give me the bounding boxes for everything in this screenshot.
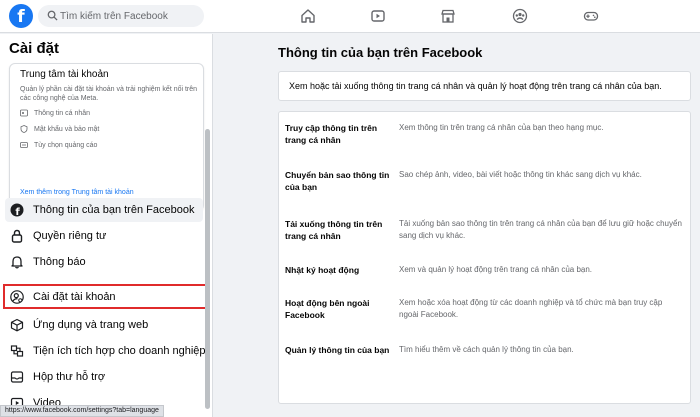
- top-navigation-bar: f: [0, 0, 700, 33]
- list-item-description: Tải xuống bản sao thông tin trên trang c…: [399, 219, 682, 240]
- page-description: Xem hoặc tải xuống thông tin trang cá nh…: [289, 81, 662, 91]
- facebook-icon: f: [9, 202, 25, 218]
- account-center-title: Trung tâm tài khoản: [20, 69, 109, 80]
- sidebar-item-account-settings[interactable]: Cài đặt tài khoản: [3, 284, 207, 309]
- list-item-description: Xem thông tin trên trang cá nhân của bạn…: [399, 123, 604, 132]
- sidebar-item-support-inbox[interactable]: Hộp thư hỗ trợ: [5, 365, 203, 389]
- lock-icon: [9, 228, 25, 244]
- sidebar-item-business-integrations[interactable]: Tiện ích tích hợp cho doanh nghiệp: [5, 339, 206, 363]
- list-item-description: Xem và quản lý hoạt động trên trang cá n…: [399, 265, 593, 274]
- groups-icon[interactable]: [509, 5, 531, 27]
- list-item-description: Sao chép ảnh, video, bài viết hoặc thông…: [399, 170, 642, 179]
- search-box[interactable]: [38, 5, 204, 27]
- sidebar-item-your-facebook-information[interactable]: f Thông tin của bạn trên Facebook: [5, 198, 203, 222]
- sidebar-item-label: Thông báo: [33, 256, 86, 268]
- settings-list: Truy cập thông tin trên trang cá nhân Xe…: [278, 111, 691, 404]
- list-item-label: Nhật ký hoạt động: [285, 265, 360, 275]
- list-item-off-facebook-activity[interactable]: Hoạt động bên ngoài Facebook Xem hoặc xó…: [279, 297, 692, 333]
- ad-icon: [20, 142, 28, 148]
- user-settings-icon: [9, 289, 25, 305]
- integration-icon: [9, 343, 25, 359]
- id-card-icon: [20, 109, 28, 117]
- inbox-icon: [9, 369, 25, 385]
- home-icon[interactable]: [297, 5, 319, 27]
- gaming-icon[interactable]: [580, 5, 602, 27]
- list-item-manage-information[interactable]: Quản lý thông tin của bạn Tìm hiểu thêm …: [279, 344, 692, 368]
- sidebar-title: Cài đặt: [9, 40, 60, 57]
- account-center-card[interactable]: Trung tâm tài khoản Quản lý phần cài đặt…: [9, 63, 204, 211]
- video-icon[interactable]: [367, 5, 389, 27]
- link-preview-statusbar: https://www.facebook.com/settings?tab=la…: [0, 405, 164, 417]
- shield-icon: [20, 125, 28, 133]
- main-content: Thông tin của bạn trên Facebook Xem hoặc…: [250, 34, 691, 417]
- list-item-description: Xem hoặc xóa hoạt động từ các doanh nghi…: [399, 298, 663, 319]
- search-icon: [47, 10, 58, 21]
- list-item-label: Truy cập thông tin trên trang cá nhân: [285, 123, 378, 145]
- settings-sidebar: Cài đặt Trung tâm tài khoản Quản lý phần…: [0, 34, 213, 417]
- list-item-transfer-copy[interactable]: Chuyển bản sao thông tin của bạn Sao ché…: [279, 169, 692, 205]
- svg-text:f: f: [15, 207, 20, 217]
- sidebar-item-label: Cài đặt tài khoản: [33, 290, 116, 303]
- list-item-access-profile-information[interactable]: Truy cập thông tin trên trang cá nhân Xe…: [279, 122, 692, 158]
- account-center-item-password-security[interactable]: Mật khẩu và bảo mật: [20, 123, 99, 135]
- list-item-label: Tải xuống thông tin trên trang cá nhân: [285, 219, 383, 241]
- sidebar-item-label: Thông tin của bạn trên Facebook: [33, 204, 195, 216]
- description-card: Xem hoặc tải xuống thông tin trang cá nh…: [278, 71, 691, 101]
- sidebar-item-label: Quyền riêng tư: [33, 230, 107, 242]
- list-item-description: Tìm hiểu thêm về cách quản lý thông tin …: [399, 345, 574, 354]
- page-title: Thông tin của bạn trên Facebook: [278, 45, 483, 60]
- marketplace-icon[interactable]: [437, 5, 459, 27]
- sidebar-item-notifications[interactable]: Thông báo: [5, 250, 203, 274]
- list-item-activity-log[interactable]: Nhật ký hoạt động Xem và quản lý hoạt độ…: [279, 264, 692, 288]
- account-center-item-label: Mật khẩu và bảo mật: [34, 125, 100, 133]
- account-center-item-label: Thông tin cá nhân: [34, 109, 91, 117]
- account-center-item-personal-info[interactable]: Thông tin cá nhân: [20, 107, 90, 119]
- list-item-label: Hoạt động bên ngoài Facebook: [285, 298, 370, 320]
- sidebar-item-privacy[interactable]: Quyền riêng tư: [5, 224, 203, 248]
- facebook-logo[interactable]: f: [9, 4, 33, 28]
- account-center-link[interactable]: Xem thêm trong Trung tâm tài khoản: [20, 189, 134, 196]
- account-center-item-ad-preferences[interactable]: Tùy chọn quảng cáo: [20, 139, 97, 151]
- search-input[interactable]: [60, 5, 200, 27]
- list-item-label: Quản lý thông tin của bạn: [285, 345, 390, 355]
- bell-icon: [9, 254, 25, 270]
- account-center-item-label: Tùy chọn quảng cáo: [34, 141, 98, 149]
- sidebar-item-apps-and-websites[interactable]: Ứng dụng và trang web: [5, 313, 203, 337]
- list-item-label: Chuyển bản sao thông tin của bạn: [285, 170, 390, 192]
- list-item-download-information[interactable]: Tải xuống thông tin trên trang cá nhân T…: [279, 218, 692, 254]
- sidebar-item-label: Tiện ích tích hợp cho doanh nghiệp: [33, 345, 206, 357]
- sidebar-item-label: Hộp thư hỗ trợ: [33, 371, 106, 383]
- sidebar-scrollbar[interactable]: [205, 129, 210, 409]
- account-center-description: Quản lý phần cài đặt tài khoản và trải n…: [20, 86, 198, 102]
- sidebar-item-label: Ứng dụng và trang web: [33, 319, 149, 331]
- cube-icon: [9, 317, 25, 333]
